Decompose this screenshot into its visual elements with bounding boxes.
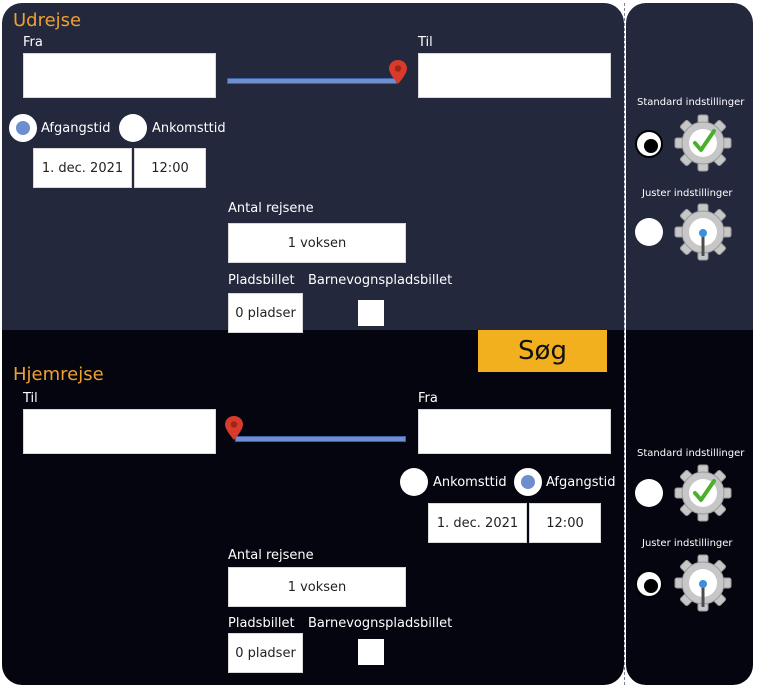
return-seat-field[interactable]: 0 pladser [228, 633, 303, 673]
outbound-standard-settings-radio[interactable] [635, 130, 663, 158]
return-arrival-label: Ankomsttid [433, 475, 507, 490]
outbound-stroller-label: Barnevognspladsbillet [308, 273, 453, 288]
outbound-arrival-label: Ankomsttid [152, 121, 226, 136]
search-button[interactable]: Søg [478, 330, 607, 372]
return-standard-settings-radio[interactable] [635, 479, 663, 507]
outbound-route-line [227, 78, 397, 84]
return-from-field[interactable] [418, 409, 611, 454]
return-departure-radio[interactable] [514, 468, 542, 496]
outbound-settings-panel [626, 3, 753, 353]
outbound-travelers-label: Antal rejsene [228, 201, 314, 216]
return-travelers-label: Antal rejsene [228, 548, 314, 563]
outbound-standard-settings-label: Standard indstillinger [637, 97, 745, 108]
return-to-field[interactable] [23, 409, 216, 454]
outbound-departure-label: Afgangstid [41, 121, 111, 136]
outbound-arrival-radio[interactable] [119, 114, 147, 142]
return-arrival-radio[interactable] [400, 468, 428, 496]
gear-adjust-icon [674, 554, 732, 612]
map-pin-icon [225, 416, 243, 440]
outbound-departure-radio[interactable] [9, 114, 37, 142]
outbound-time-field[interactable]: 12:00 [134, 148, 206, 188]
outbound-from-field[interactable] [23, 53, 216, 98]
return-stroller-checkbox[interactable] [358, 639, 384, 665]
outbound-stroller-checkbox[interactable] [358, 300, 384, 326]
gear-check-icon [674, 114, 732, 172]
gear-adjust-icon [674, 203, 732, 261]
return-custom-settings-radio[interactable] [635, 570, 663, 598]
outbound-seat-field[interactable]: 0 pladser [228, 293, 303, 333]
outbound-from-label: Fra [23, 35, 43, 50]
return-departure-label: Afgangstid [546, 475, 616, 490]
return-date-field[interactable]: 1. dec. 2021 [428, 503, 527, 543]
return-from-label: Fra [418, 391, 438, 406]
outbound-custom-settings-label: Juster indstillinger [642, 188, 733, 199]
outbound-to-field[interactable] [418, 53, 611, 98]
panel-divider [624, 3, 625, 685]
outbound-travelers-field[interactable]: 1 voksen [228, 223, 406, 263]
return-standard-settings-label: Standard indstillinger [637, 448, 745, 459]
map-pin-icon [389, 60, 407, 84]
return-custom-settings-label: Juster indstillinger [642, 538, 733, 549]
outbound-title: Udrejse [13, 10, 82, 31]
return-time-field[interactable]: 12:00 [529, 503, 601, 543]
return-to-label: Til [23, 391, 38, 406]
return-stroller-label: Barnevognspladsbillet [308, 616, 453, 631]
outbound-date-field[interactable]: 1. dec. 2021 [33, 148, 132, 188]
return-seat-label: Pladsbillet [228, 616, 295, 631]
return-route-line [235, 436, 406, 442]
return-title: Hjemrejse [13, 364, 104, 385]
outbound-to-label: Til [418, 35, 433, 50]
return-travelers-field[interactable]: 1 voksen [228, 567, 406, 607]
outbound-custom-settings-radio[interactable] [635, 218, 663, 246]
outbound-seat-label: Pladsbillet [228, 273, 295, 288]
gear-check-icon [674, 464, 732, 522]
